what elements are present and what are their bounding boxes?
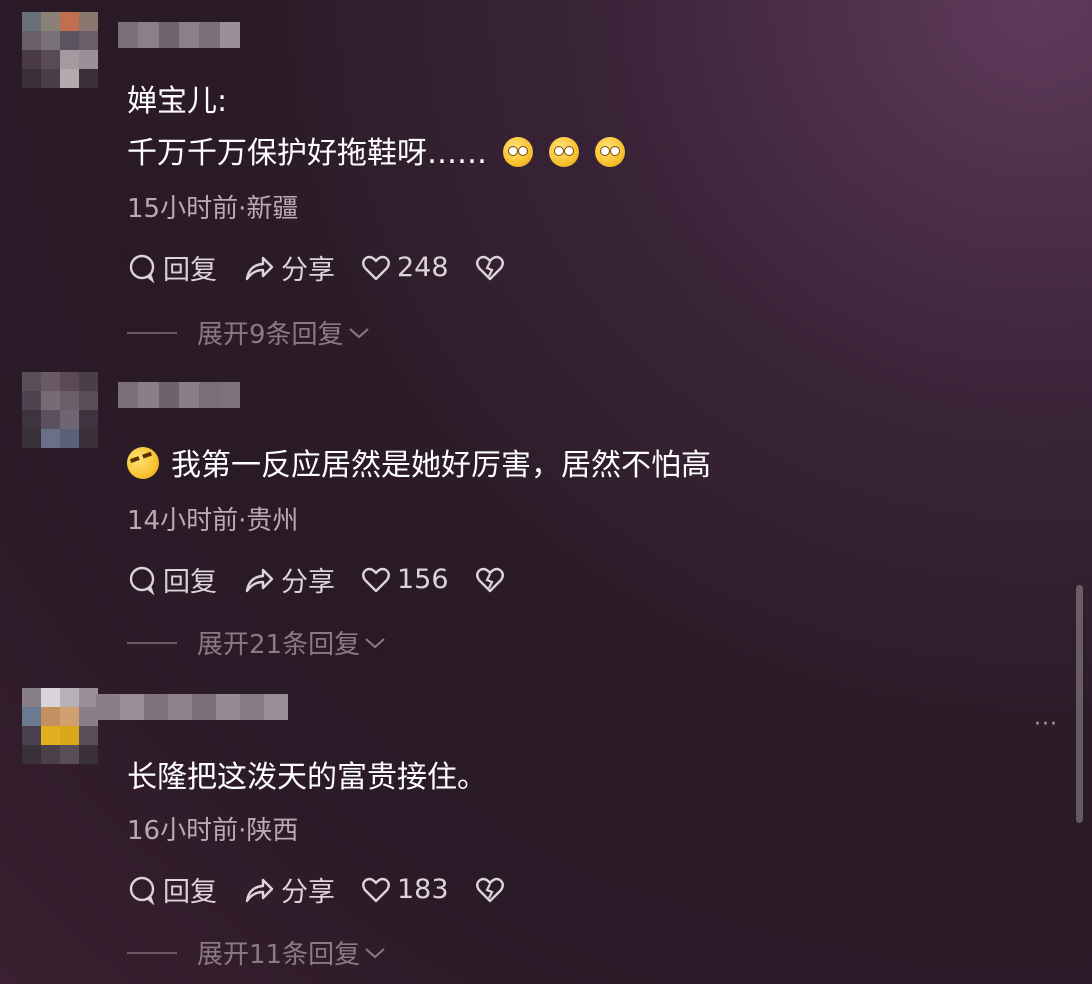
emoji-icon [122, 442, 164, 484]
like-count: 248 [397, 252, 449, 283]
reply-button[interactable]: 回复 [127, 870, 217, 909]
comment-body: 长隆把这泼天的富贵接住。 [127, 760, 487, 795]
like-button[interactable]: 248 [361, 252, 449, 283]
broken-heart-icon [475, 255, 504, 280]
expand-replies-label: 展开9条回复 [197, 320, 344, 350]
comment-actions: 回复 分享 248 [127, 248, 537, 287]
reply-button[interactable]: 回复 [127, 248, 217, 287]
reply-bubble-icon [129, 254, 155, 283]
reply-bubble-icon [129, 876, 155, 905]
like-count: 156 [397, 564, 449, 595]
comment-text: 长隆把这泼天的富贵接住。 [127, 758, 487, 798]
avatar[interactable] [22, 12, 98, 88]
emoji-icon [549, 137, 579, 167]
dislike-button[interactable] [475, 876, 511, 904]
like-button[interactable]: 156 [361, 564, 449, 595]
reply-bubble-icon [129, 566, 155, 595]
divider-line [127, 951, 177, 954]
comment-meta: 14小时前·贵州 [127, 506, 299, 536]
share-label: 分享 [281, 567, 335, 598]
share-button[interactable]: 分享 [243, 870, 335, 909]
comment-text: 我第一反应居然是她好厉害，居然不怕高 [122, 442, 711, 486]
avatar[interactable] [22, 372, 98, 448]
divider-line [127, 641, 177, 644]
reply-label: 回复 [163, 255, 217, 286]
broken-heart-icon [475, 877, 504, 902]
chevron-down-icon [365, 637, 385, 648]
divider-line [127, 331, 177, 334]
more-options-button[interactable]: ··· [1034, 712, 1058, 737]
avatar[interactable] [22, 688, 98, 764]
share-arrow-icon [245, 878, 274, 902]
comment-actions: 回复 分享 156 [127, 560, 537, 599]
username-blurred[interactable] [96, 694, 288, 720]
heart-icon [362, 877, 390, 902]
comment-meta: 15小时前·新疆 [127, 194, 299, 224]
expand-replies-button[interactable]: 展开21条回复 [127, 624, 386, 661]
like-count: 183 [397, 874, 449, 905]
share-arrow-icon [245, 568, 274, 592]
expand-replies-label: 展开11条回复 [197, 940, 361, 970]
comment-body: 我第一反应居然是她好厉害，居然不怕高 [171, 448, 711, 483]
broken-heart-icon [475, 567, 504, 592]
comment-text: 千万千万保护好拖鞋呀…… [127, 134, 625, 174]
expand-replies-button[interactable]: 展开9条回复 [127, 314, 370, 351]
emoji-icon [503, 137, 533, 167]
reply-label: 回复 [163, 567, 217, 598]
scrollbar[interactable] [1076, 585, 1083, 823]
expand-replies-button[interactable]: 展开11条回复 [127, 934, 386, 971]
heart-icon [362, 567, 390, 592]
comment-meta: 16小时前·陕西 [127, 816, 299, 846]
reply-button[interactable]: 回复 [127, 560, 217, 599]
share-arrow-icon [245, 256, 274, 280]
heart-icon [362, 255, 390, 280]
emoji-icon [595, 137, 625, 167]
username-blurred[interactable] [118, 22, 240, 48]
dislike-button[interactable] [475, 566, 511, 594]
share-button[interactable]: 分享 [243, 248, 335, 287]
expand-replies-label: 展开21条回复 [197, 630, 361, 660]
comment-text: 婵宝儿: [127, 82, 227, 122]
comment-actions: 回复 分享 183 [127, 870, 537, 909]
comment-body: 千万千万保护好拖鞋呀…… [127, 136, 487, 171]
like-button[interactable]: 183 [361, 874, 449, 905]
chevron-down-icon [348, 327, 369, 338]
share-button[interactable]: 分享 [243, 560, 335, 599]
comment-author: 婵宝儿: [127, 84, 228, 119]
dislike-button[interactable] [475, 254, 511, 282]
share-label: 分享 [281, 255, 335, 286]
reply-label: 回复 [163, 877, 217, 908]
username-blurred[interactable] [118, 382, 240, 408]
chevron-down-icon [365, 947, 385, 958]
share-label: 分享 [281, 877, 335, 908]
